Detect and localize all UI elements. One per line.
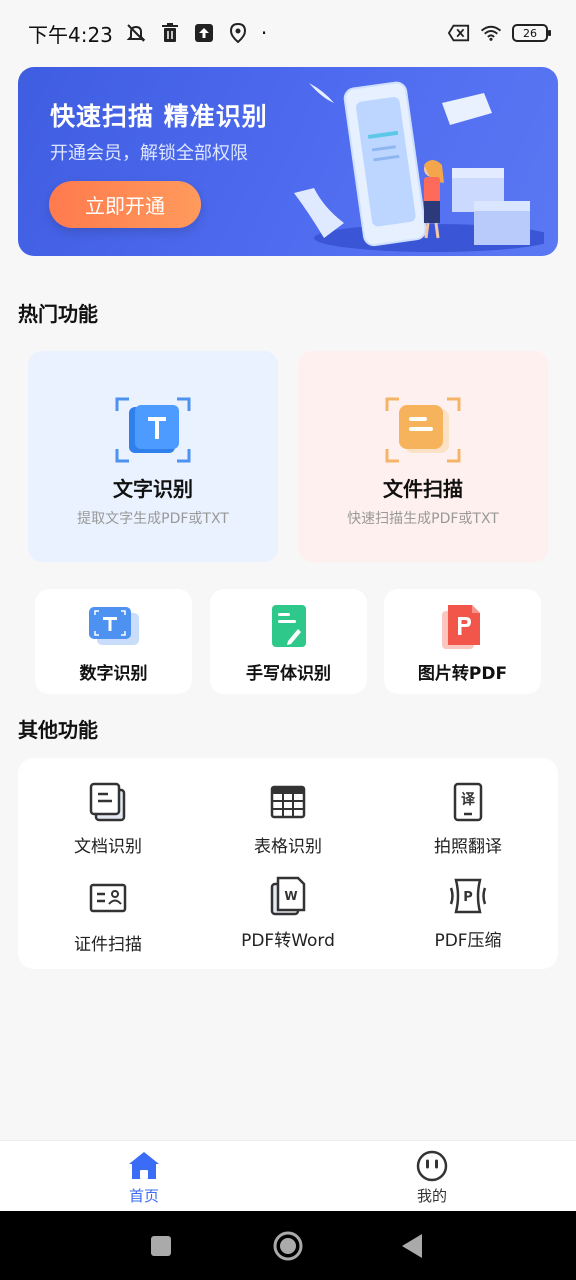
pdf-compress-item[interactable]: P PDF压缩: [388, 876, 548, 966]
nav-home-label: 首页: [128, 1187, 159, 1205]
number-recognition-card[interactable]: 数字识别: [35, 589, 192, 694]
mute-icon: [125, 22, 147, 44]
location-icon: [227, 22, 249, 44]
handwriting-recognition-icon: [264, 605, 314, 649]
wifi-icon: [480, 22, 502, 44]
text-recognition-card[interactable]: 文字识别 提取文字生成PDF或TXT: [28, 351, 278, 562]
hot-section-title: 热门功能: [18, 302, 98, 326]
trash-icon: [159, 22, 181, 44]
circle-icon: [273, 1231, 303, 1261]
handwriting-recognition-label: 手写体识别: [246, 664, 331, 684]
banner-illustration: [294, 81, 544, 252]
other-section-title: 其他功能: [18, 718, 98, 742]
text-recognition-title: 文字识别: [113, 477, 193, 501]
file-scan-card[interactable]: 文件扫描 快速扫描生成PDF或TXT: [298, 351, 548, 562]
pdf-compress-icon: P: [448, 876, 488, 916]
image-to-pdf-label: 图片转PDF: [417, 664, 508, 684]
triangle-back-icon: [402, 1234, 422, 1258]
recent-apps-button[interactable]: [143, 1228, 179, 1264]
pdf-to-word-item[interactable]: W PDF转Word: [208, 876, 368, 966]
table-recognition-item[interactable]: 表格识别: [208, 782, 368, 872]
svg-text:P: P: [463, 890, 473, 905]
id-card-scan-icon: [88, 878, 128, 918]
back-button[interactable]: [394, 1228, 430, 1264]
pdf-to-word-label: PDF转Word: [241, 931, 335, 951]
id-card-scan-label: 证件扫描: [74, 935, 142, 955]
photo-translate-icon: 译: [448, 782, 488, 822]
image-to-pdf-icon: [438, 605, 488, 649]
photo-translate-item[interactable]: 译 拍照翻译: [388, 782, 548, 872]
vip-banner[interactable]: 快速扫描 精准识别 开通会员，解锁全部权限 立即开通: [18, 67, 558, 256]
profile-icon: [415, 1149, 449, 1183]
banner-subtitle: 开通会员，解锁全部权限: [50, 143, 248, 164]
battery-indicator: 26: [512, 24, 551, 42]
other-functions-panel: 文档识别 表格识别 译 拍照翻译 证件扫描 W PDF转Word P PDF压缩: [18, 758, 558, 969]
svg-text:译: 译: [461, 792, 476, 808]
file-scan-title: 文件扫描: [383, 477, 463, 501]
file-scan-icon: [385, 397, 461, 463]
document-recognition-label: 文档识别: [74, 837, 142, 857]
table-recognition-icon: [268, 782, 308, 822]
id-card-scan-item[interactable]: 证件扫描: [28, 878, 188, 968]
activate-vip-button[interactable]: 立即开通: [49, 181, 201, 228]
status-bar: 下午4:23 · 26: [0, 0, 576, 66]
home-icon: [127, 1149, 161, 1183]
status-time: 下午4:23: [28, 22, 113, 47]
number-recognition-label: 数字识别: [79, 664, 148, 684]
square-icon: [151, 1236, 171, 1256]
pdf-compress-label: PDF压缩: [434, 931, 502, 951]
number-recognition-icon: [88, 605, 139, 649]
nav-home[interactable]: 首页: [94, 1149, 194, 1209]
system-nav-bar: [0, 1211, 576, 1280]
nav-profile-label: 我的: [416, 1187, 447, 1205]
upload-icon: [193, 22, 215, 44]
text-recognition-subtitle: 提取文字生成PDF或TXT: [77, 511, 229, 527]
svg-text:W: W: [284, 889, 297, 903]
document-recognition-item[interactable]: 文档识别: [28, 782, 188, 872]
home-button[interactable]: [270, 1228, 306, 1264]
text-recognition-icon: [115, 397, 191, 463]
banner-title: 快速扫描 精准识别: [50, 102, 268, 131]
nav-profile[interactable]: 我的: [382, 1149, 482, 1209]
table-recognition-label: 表格识别: [254, 837, 322, 857]
status-dot: ·: [260, 21, 268, 45]
document-recognition-icon: [88, 782, 128, 822]
file-scan-subtitle: 快速扫描生成PDF或TXT: [347, 511, 499, 527]
photo-translate-label: 拍照翻译: [434, 837, 502, 857]
image-to-pdf-card[interactable]: 图片转PDF: [384, 589, 541, 694]
bottom-nav: 首页 我的: [0, 1140, 576, 1211]
handwriting-recognition-card[interactable]: 手写体识别: [210, 589, 367, 694]
pdf-to-word-icon: W: [268, 876, 308, 916]
no-sim-icon: [448, 22, 470, 44]
